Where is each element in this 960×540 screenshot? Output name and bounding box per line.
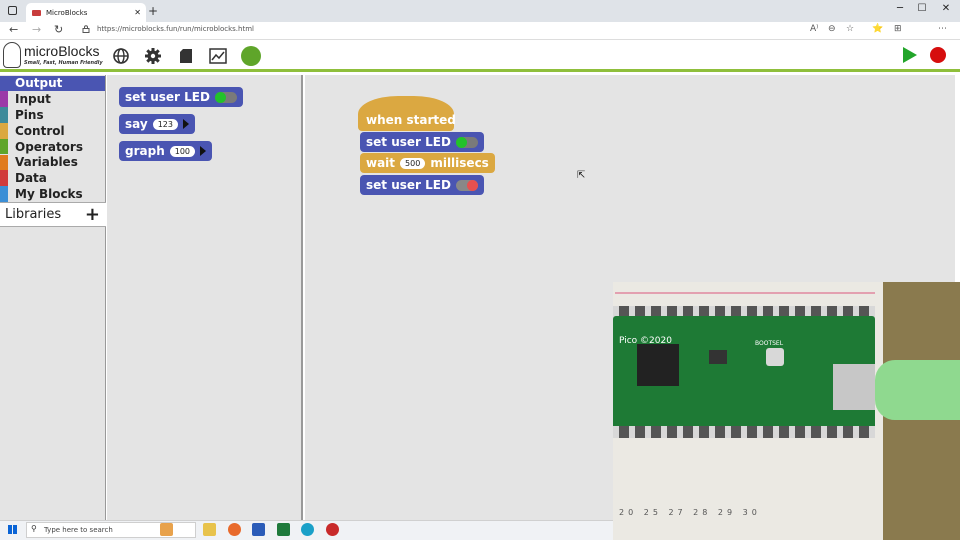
read-aloud-icon[interactable]: A⁾ bbox=[810, 24, 818, 34]
category-label: Control bbox=[15, 123, 65, 138]
stop-button[interactable] bbox=[930, 47, 946, 63]
logo-subtitle: Small, Fast, Human Friendly bbox=[24, 60, 103, 66]
category-my-blocks[interactable]: My Blocks bbox=[0, 186, 105, 202]
led-toggle[interactable] bbox=[455, 179, 478, 191]
usb-connect-icon[interactable] bbox=[241, 46, 261, 66]
close-window-button[interactable]: ✕ bbox=[936, 3, 956, 14]
block-suffix: millisecs bbox=[430, 156, 489, 170]
browser-tab[interactable]: MicroBlocks ✕ bbox=[26, 3, 146, 22]
category-label: My Blocks bbox=[15, 186, 83, 201]
value-slot[interactable]: 100 bbox=[169, 145, 196, 157]
block-label: set user LED bbox=[366, 135, 451, 149]
category-swatch bbox=[0, 170, 8, 187]
category-operators[interactable]: Operators bbox=[0, 138, 105, 155]
usb-port bbox=[833, 364, 875, 410]
refresh-button[interactable]: ↻ bbox=[54, 23, 63, 36]
category-label: Pins bbox=[15, 107, 44, 122]
category-swatch bbox=[0, 186, 8, 202]
value-slot[interactable]: 123 bbox=[152, 118, 178, 130]
search-icon: ⚲ bbox=[31, 524, 37, 533]
rp2040-chip bbox=[637, 344, 679, 386]
category-data[interactable]: Data bbox=[0, 170, 105, 187]
usb-cable bbox=[875, 360, 960, 420]
taskbar-widget-icon[interactable] bbox=[160, 523, 173, 536]
block-label: set user LED bbox=[366, 178, 451, 192]
more-menu-icon[interactable]: ⋯ bbox=[938, 24, 947, 34]
minimize-button[interactable]: ─ bbox=[890, 3, 910, 14]
value-slot[interactable]: 500 bbox=[400, 157, 426, 169]
led-toggle[interactable] bbox=[214, 91, 237, 103]
libraries-label: Libraries bbox=[5, 207, 62, 222]
globe-icon[interactable] bbox=[111, 46, 131, 66]
logo-title: microBlocks bbox=[24, 43, 100, 59]
block-label: graph bbox=[125, 144, 165, 158]
category-swatch bbox=[0, 107, 8, 123]
logo-icon bbox=[3, 42, 21, 68]
window-menu-icon[interactable] bbox=[8, 6, 17, 15]
category-swatch bbox=[0, 154, 8, 171]
category-label: Operators bbox=[15, 139, 83, 154]
palette-block-say[interactable]: say 123 bbox=[119, 114, 195, 134]
maximize-button[interactable]: ☐ bbox=[912, 3, 932, 14]
mouse-cursor-icon: ⇱ bbox=[577, 170, 586, 181]
firefox-icon[interactable] bbox=[228, 523, 241, 536]
collections-icon[interactable]: ⊞ bbox=[894, 24, 902, 34]
hat-block-label: when started bbox=[366, 113, 456, 127]
windows-start-icon[interactable] bbox=[8, 525, 17, 534]
zoom-icon[interactable]: ⊖ bbox=[828, 24, 836, 34]
block-label: wait bbox=[366, 156, 396, 170]
forward-button[interactable]: → bbox=[32, 23, 41, 36]
category-input[interactable]: Input bbox=[0, 91, 105, 108]
category-label: Output bbox=[15, 76, 63, 91]
camera-overlay: Pico ©2020 BOOTSEL 20 25 27 28 29 30 bbox=[613, 282, 960, 540]
category-swatch bbox=[0, 75, 8, 92]
category-swatch bbox=[0, 91, 8, 108]
block-label: set user LED bbox=[125, 90, 210, 104]
bootsel-label: BOOTSEL bbox=[755, 340, 784, 347]
block-label: say bbox=[125, 117, 148, 131]
category-output[interactable]: Output bbox=[0, 75, 105, 92]
led-toggle[interactable] bbox=[455, 136, 478, 148]
pin-row bbox=[613, 426, 875, 438]
favorites-icon[interactable]: ⭐ bbox=[872, 24, 883, 34]
breadboard-numbers: 20 25 27 28 29 30 bbox=[619, 508, 761, 517]
tab-title: MicroBlocks bbox=[46, 8, 88, 17]
file-explorer-icon[interactable] bbox=[203, 523, 216, 536]
category-variables[interactable]: Variables bbox=[0, 154, 105, 171]
category-swatch bbox=[0, 138, 8, 155]
file-icon[interactable] bbox=[176, 46, 196, 66]
category-control[interactable]: Control bbox=[0, 122, 105, 139]
script-block-set-user-led-on[interactable]: set user LED bbox=[360, 132, 484, 152]
graph-icon[interactable] bbox=[208, 46, 228, 66]
edge-icon[interactable] bbox=[301, 523, 314, 536]
script-block-set-user-led-off[interactable]: set user LED bbox=[360, 175, 484, 195]
script-block-wait[interactable]: wait 500 millisecs bbox=[360, 153, 495, 173]
palette-block-set-user-led[interactable]: set user LED bbox=[119, 87, 243, 107]
category-pins[interactable]: Pins bbox=[0, 107, 105, 123]
category-label: Variables bbox=[15, 155, 78, 170]
libraries-header[interactable]: Libraries + bbox=[0, 202, 106, 227]
start-button[interactable] bbox=[903, 47, 917, 63]
bootsel-button bbox=[766, 348, 784, 366]
url-field[interactable]: https://microblocks.fun/run/microblocks.… bbox=[97, 25, 254, 33]
add-library-button[interactable]: + bbox=[85, 204, 100, 225]
expand-arrow-icon[interactable] bbox=[182, 119, 189, 129]
word-icon[interactable] bbox=[252, 523, 265, 536]
palette-block-graph[interactable]: graph 100 bbox=[119, 141, 213, 161]
favorite-icon[interactable]: ☆ bbox=[846, 24, 854, 34]
breadboard-rail bbox=[615, 292, 875, 294]
tab-close-icon[interactable]: ✕ bbox=[134, 8, 141, 17]
expand-arrow-icon[interactable] bbox=[200, 146, 207, 156]
category-label: Input bbox=[15, 92, 51, 107]
flash-chip bbox=[709, 350, 727, 364]
lock-icon bbox=[82, 25, 90, 33]
category-swatch bbox=[0, 122, 8, 139]
back-button[interactable]: ← bbox=[9, 23, 18, 36]
new-tab-button[interactable]: + bbox=[148, 4, 158, 18]
excel-icon[interactable] bbox=[277, 523, 290, 536]
microblocks-taskbar-icon[interactable] bbox=[326, 523, 339, 536]
gear-icon[interactable] bbox=[143, 46, 163, 66]
category-label: Data bbox=[15, 171, 47, 186]
favicon-icon bbox=[32, 9, 41, 16]
